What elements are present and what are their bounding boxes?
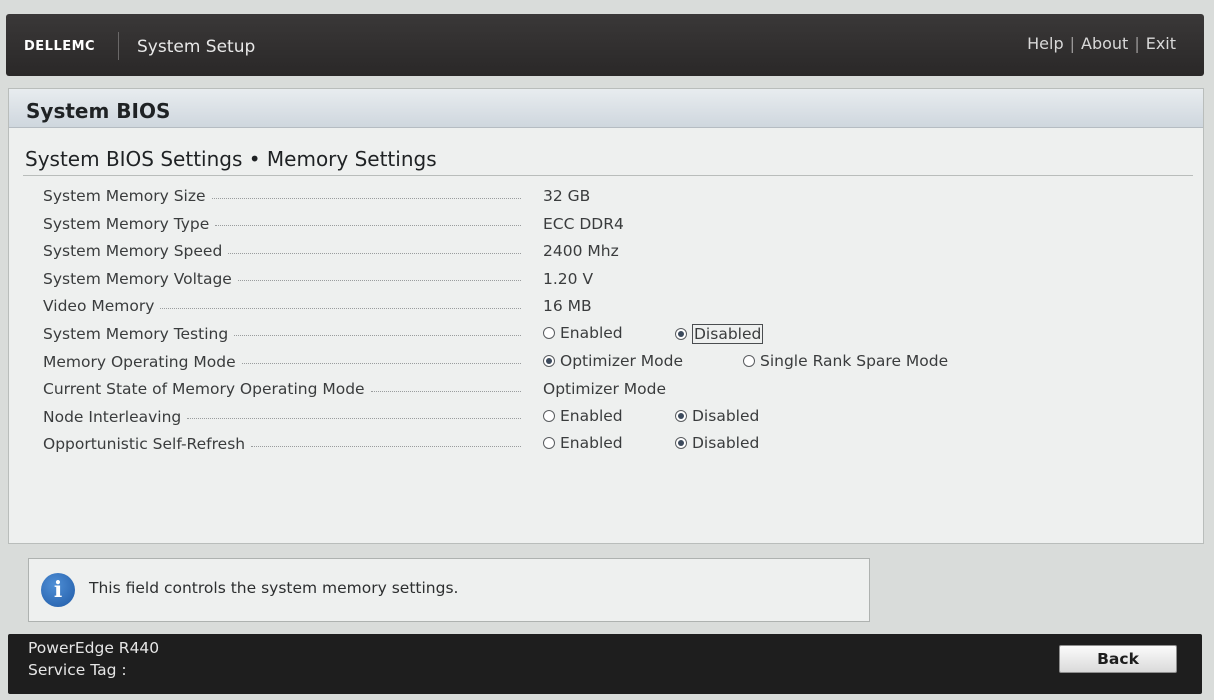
footer-bar: PowerEdge R440 Service Tag : Back <box>8 634 1202 694</box>
radio-unchecked-icon[interactable] <box>543 326 555 339</box>
page-title: System BIOS <box>26 99 171 123</box>
setting-label: Opportunistic Self-Refresh <box>43 435 246 454</box>
leader-dots <box>160 307 521 309</box>
breadcrumb: System BIOS Settings • Memory Settings <box>25 147 437 171</box>
leader-dots <box>228 252 521 254</box>
exit-link[interactable]: Exit <box>1146 34 1176 53</box>
radio-option-label: Enabled <box>560 434 623 453</box>
radio-unchecked-icon[interactable] <box>543 409 555 422</box>
setting-row: System Memory Size 32 GB <box>43 185 1193 213</box>
radio-unchecked-icon[interactable] <box>743 354 755 367</box>
setting-row: Memory Operating Mode Optimizer Mode Singl… <box>43 351 1193 379</box>
setting-row: Current State of Memory Operating Mode Op… <box>43 378 1193 406</box>
setting-label-row: System Memory Size <box>43 187 521 205</box>
radio-option[interactable]: Enabled <box>543 434 623 452</box>
link-separator: | <box>1069 34 1075 53</box>
header-divider <box>118 32 119 60</box>
setting-label: System Memory Voltage <box>43 269 232 288</box>
setting-label-row: Video Memory <box>43 297 521 315</box>
leader-dots <box>251 445 521 447</box>
leader-dots <box>241 363 521 365</box>
setting-value: 1.20 V <box>543 269 594 288</box>
radio-option-label: Optimizer Mode <box>560 351 684 370</box>
setting-label-row: Node Interleaving <box>43 408 521 426</box>
setting-label-row: System Memory Type <box>43 215 521 233</box>
radio-option[interactable]: Disabled <box>675 434 759 452</box>
setting-value: 2400 Mhz <box>543 242 619 261</box>
setting-label: System Memory Testing <box>43 324 229 343</box>
setting-row: Node Interleaving Enabled Disabled <box>43 406 1193 434</box>
setting-row: Opportunistic Self-Refresh Enabled Disable… <box>43 433 1193 461</box>
leader-dots <box>237 280 521 282</box>
setting-value: 32 GB <box>543 187 591 205</box>
radio-option[interactable]: Enabled <box>543 407 623 425</box>
app-title: System Setup <box>137 37 256 57</box>
setting-label: Node Interleaving <box>43 407 182 426</box>
setting-row: Video Memory 16 MB <box>43 295 1193 323</box>
setting-row: System Memory Speed 2400 Mhz <box>43 240 1193 268</box>
setting-label-row: System Memory Voltage <box>43 270 521 288</box>
setting-label: System Memory Size <box>43 187 206 205</box>
back-button[interactable]: Back <box>1059 645 1177 673</box>
radio-option[interactable]: Single Rank Spare Mode <box>743 352 948 370</box>
radio-option-label: Enabled <box>560 323 623 342</box>
setting-value: ECC DDR4 <box>543 214 624 233</box>
leader-dots <box>211 197 521 199</box>
setting-row: System Memory Voltage 1.20 V <box>43 268 1193 296</box>
panel-title-bar: System BIOS <box>9 89 1203 128</box>
setting-label-row: Opportunistic Self-Refresh <box>43 435 521 453</box>
radio-option-label: Single Rank Spare Mode <box>760 351 949 370</box>
setting-label-row: Memory Operating Mode <box>43 353 521 371</box>
radio-checked-icon[interactable] <box>675 327 687 340</box>
divider <box>23 175 1193 176</box>
model-name: PowerEdge R440 <box>28 639 160 657</box>
info-icon: i <box>41 573 75 607</box>
about-link[interactable]: About <box>1081 34 1128 53</box>
help-link[interactable]: Help <box>1027 34 1063 53</box>
radio-option[interactable]: Enabled <box>543 324 623 342</box>
setting-value: 16 MB <box>543 297 592 316</box>
setting-label: Current State of Memory Operating Mode <box>43 380 365 399</box>
leader-dots <box>215 225 521 227</box>
setting-label: Video Memory <box>43 297 155 316</box>
header-links: Help | About | Exit <box>1027 34 1176 53</box>
setting-row: System Memory Testing Enabled Disabled <box>43 323 1193 351</box>
bios-screen: DELLEMC System Setup Help | About | Exit Sys… <box>0 0 1214 700</box>
radio-checked-icon[interactable] <box>543 354 555 367</box>
link-separator: | <box>1134 34 1140 53</box>
radio-option-label: Disabled <box>692 406 760 425</box>
radio-option[interactable]: Optimizer Mode <box>543 352 683 370</box>
service-tag-label: Service Tag : <box>28 661 127 679</box>
setting-label: Memory Operating Mode <box>43 352 236 371</box>
setting-value: Optimizer Mode <box>543 380 667 399</box>
help-info-box: i This field controls the system memory … <box>28 558 870 622</box>
radio-option-label: Enabled <box>560 406 623 425</box>
setting-label: System Memory Type <box>43 214 210 233</box>
radio-unchecked-icon[interactable] <box>543 437 555 450</box>
dell-emc-logo: DELLEMC <box>24 39 96 54</box>
main-panel: System BIOS System BIOS Settings • Memor… <box>8 88 1204 544</box>
leader-dots <box>187 418 521 420</box>
leader-dots <box>234 335 521 337</box>
setting-label-row: System Memory Speed <box>43 242 521 260</box>
setting-label: System Memory Speed <box>43 242 223 261</box>
radio-option-label: Disabled <box>692 434 760 453</box>
setting-label-row: Current State of Memory Operating Mode <box>43 380 521 398</box>
setting-label-row: System Memory Testing <box>43 325 521 343</box>
leader-dots <box>370 390 521 392</box>
radio-checked-icon[interactable] <box>675 437 687 450</box>
help-text: This field controls the system memory se… <box>89 579 459 597</box>
setting-row: System Memory Type ECC DDR4 <box>43 213 1193 241</box>
radio-checked-icon[interactable] <box>675 409 687 422</box>
settings-list: System Memory Size 32 GB System Memory Typ… <box>43 185 1193 461</box>
radio-option[interactable]: Disabled <box>675 323 764 344</box>
radio-option-label: Disabled <box>692 323 764 344</box>
radio-option[interactable]: Disabled <box>675 407 759 425</box>
header-bar: DELLEMC System Setup Help | About | Exit <box>6 14 1204 76</box>
